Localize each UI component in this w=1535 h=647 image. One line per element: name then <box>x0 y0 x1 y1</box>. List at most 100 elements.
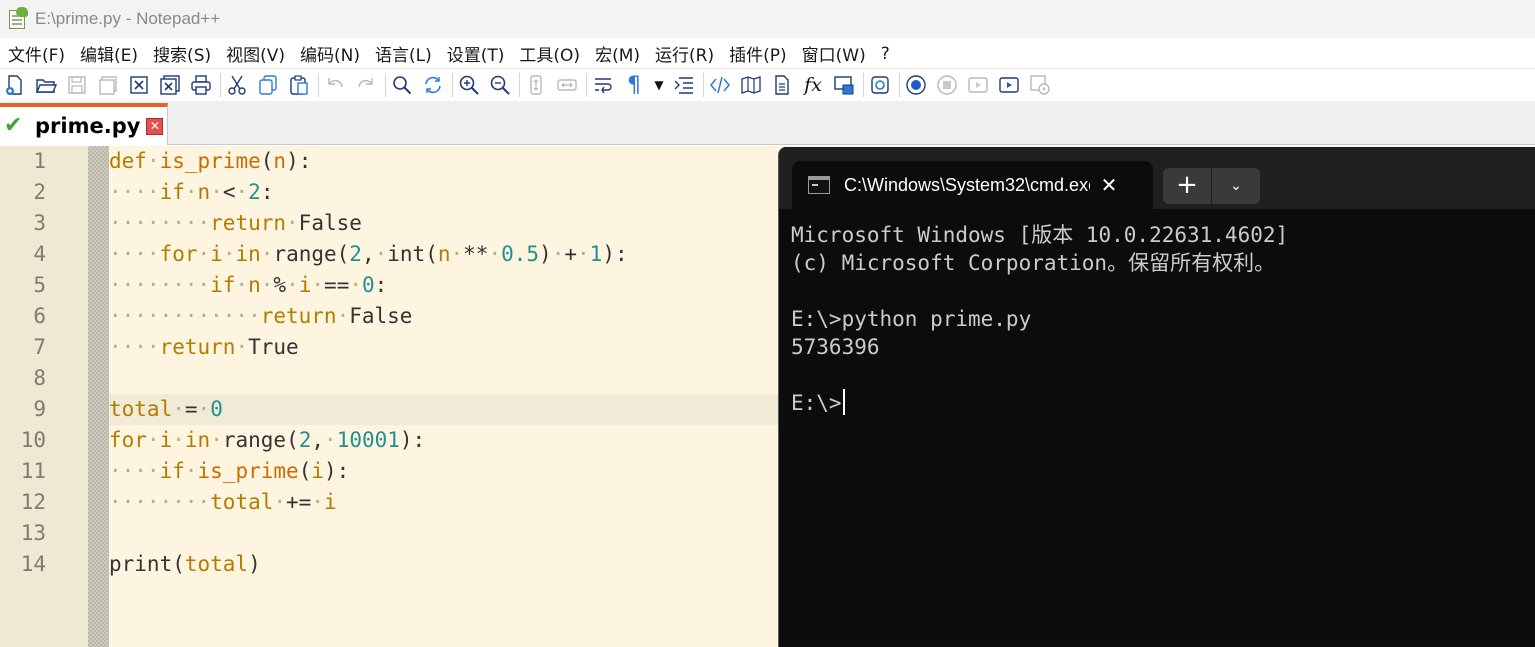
toolbar-separator <box>863 73 864 97</box>
code-text: def·is_prime(n): <box>109 149 312 173</box>
line-number: 13 <box>20 521 46 545</box>
window-title: E:\prime.py - Notepad++ <box>35 9 221 28</box>
toolbar-separator <box>452 73 453 97</box>
stop-recording-icon[interactable] <box>934 72 960 98</box>
menu-window[interactable]: 窗口(W) <box>796 41 872 66</box>
save-macro-icon[interactable] <box>1027 72 1053 98</box>
line-number: 6 <box>33 304 46 328</box>
toolbar-separator <box>318 73 319 97</box>
redo-icon[interactable] <box>353 72 379 98</box>
menu-plugins[interactable]: 插件(P) <box>723 41 793 66</box>
terminal-tab-strip: C:\Windows\System32\cmd.exe ✕ + ⌄ <box>779 147 1535 209</box>
paste-icon[interactable] <box>286 72 312 98</box>
zoom-out-icon[interactable] <box>487 72 513 98</box>
line-number: 4 <box>33 242 46 266</box>
terminal-line: E:\>python prime.py <box>791 307 1032 331</box>
zoom-in-icon[interactable] <box>456 72 482 98</box>
tab-close-icon[interactable]: ✕ <box>146 117 164 135</box>
save-icon[interactable] <box>64 72 90 98</box>
xml-tag-icon[interactable] <box>707 72 733 98</box>
sync-vertical-icon[interactable] <box>523 72 549 98</box>
line-number: 7 <box>33 335 46 359</box>
line-number: 14 <box>20 552 46 576</box>
line-number: 2 <box>33 180 46 204</box>
terminal-line: Microsoft Windows [版本 10.0.22631.4602] <box>791 223 1289 247</box>
menu-encoding[interactable]: 编码(N) <box>294 41 366 66</box>
open-file-icon[interactable] <box>33 72 59 98</box>
playback-icon[interactable] <box>965 72 991 98</box>
new-tab-button[interactable]: + <box>1163 168 1211 204</box>
menu-language[interactable]: 语言(L) <box>369 41 438 66</box>
indent-guide-icon[interactable] <box>671 72 697 98</box>
code-text: ····for·i·in·range(2,·int(n·**·0.5)·+·1)… <box>109 242 628 266</box>
terminal-tab-title: C:\Windows\System32\cmd.exe <box>844 174 1090 195</box>
code-text: ····return·True <box>109 335 299 359</box>
print-icon[interactable] <box>188 72 214 98</box>
save-all-icon[interactable] <box>95 72 121 98</box>
code-text: ········total·+=·i <box>109 490 337 514</box>
folder-as-workspace-icon[interactable] <box>831 72 857 98</box>
replace-icon[interactable] <box>420 72 446 98</box>
toolbar: ¶ ▼ fx <box>0 68 1535 101</box>
tab-label: prime.py <box>35 114 141 138</box>
toolbar-separator <box>519 73 520 97</box>
terminal-output[interactable]: Microsoft Windows [版本 10.0.22631.4602] (… <box>791 221 1531 417</box>
code-text: ····if·n·<·2: <box>109 180 274 204</box>
close-icon[interactable] <box>126 72 152 98</box>
toolbar-separator <box>703 73 704 97</box>
menu-settings[interactable]: 设置(T) <box>441 41 511 66</box>
show-all-characters-icon[interactable]: ¶ <box>621 72 647 98</box>
document-map-icon[interactable] <box>738 72 764 98</box>
toolbar-separator <box>220 73 221 97</box>
notepadpp-app-icon <box>7 7 31 31</box>
toolbar-separator <box>385 73 386 97</box>
saved-check-icon: ✔ <box>4 113 23 138</box>
function-list-icon[interactable]: fx <box>800 72 826 98</box>
code-text: ····if·is_prime(i): <box>109 459 350 483</box>
cmd-icon <box>808 176 830 194</box>
word-wrap-icon[interactable] <box>590 72 616 98</box>
sync-horizontal-icon[interactable] <box>554 72 580 98</box>
menu-help[interactable]: ? <box>875 44 896 64</box>
undo-icon[interactable] <box>322 72 348 98</box>
close-all-icon[interactable] <box>157 72 183 98</box>
copy-icon[interactable] <box>255 72 281 98</box>
toolbar-separator <box>899 73 900 97</box>
find-icon[interactable] <box>389 72 415 98</box>
code-text: total·=·0 <box>109 397 223 421</box>
cut-icon[interactable] <box>224 72 250 98</box>
menu-tools[interactable]: 工具(O) <box>513 41 586 66</box>
menu-file[interactable]: 文件(F) <box>2 41 71 66</box>
terminal-prompt-line: E:\> <box>791 389 1531 417</box>
chevron-down-icon[interactable]: ▼ <box>652 72 666 98</box>
terminal-prompt: E:\> <box>791 391 842 415</box>
document-list-icon[interactable] <box>769 72 795 98</box>
run-macro-multiple-icon[interactable] <box>996 72 1022 98</box>
chevron-down-icon[interactable]: ⌄ <box>1212 168 1260 204</box>
line-number: 1 <box>33 149 46 173</box>
line-number: 11 <box>20 459 46 483</box>
code-text: ············return·False <box>109 304 413 328</box>
line-number: 8 <box>33 366 46 390</box>
menu-macro[interactable]: 宏(M) <box>589 41 646 66</box>
new-file-icon[interactable] <box>2 72 28 98</box>
toolbar-separator <box>586 73 587 97</box>
start-recording-icon[interactable] <box>903 72 929 98</box>
line-number: 9 <box>33 397 46 421</box>
close-icon[interactable]: ✕ <box>1098 173 1120 197</box>
text-cursor <box>842 389 845 415</box>
title-bar[interactable]: E:\prime.py - Notepad++ <box>0 0 1535 38</box>
line-number: 12 <box>20 490 46 514</box>
menu-search[interactable]: 搜索(S) <box>147 41 217 66</box>
terminal-line: 5736396 <box>791 335 880 359</box>
code-text: ········if·n·%·i·==·0: <box>109 273 388 297</box>
tab-prime-py[interactable]: ✔ prime.py ✕ <box>0 103 168 145</box>
menu-view[interactable]: 视图(V) <box>220 41 291 66</box>
monitoring-icon[interactable] <box>867 72 893 98</box>
menu-edit[interactable]: 编辑(E) <box>74 41 144 66</box>
menu-run[interactable]: 运行(R) <box>649 41 720 66</box>
terminal-tab-cmd[interactable]: C:\Windows\System32\cmd.exe ✕ <box>792 161 1153 209</box>
terminal-window[interactable]: C:\Windows\System32\cmd.exe ✕ + ⌄ Micros… <box>778 147 1535 647</box>
